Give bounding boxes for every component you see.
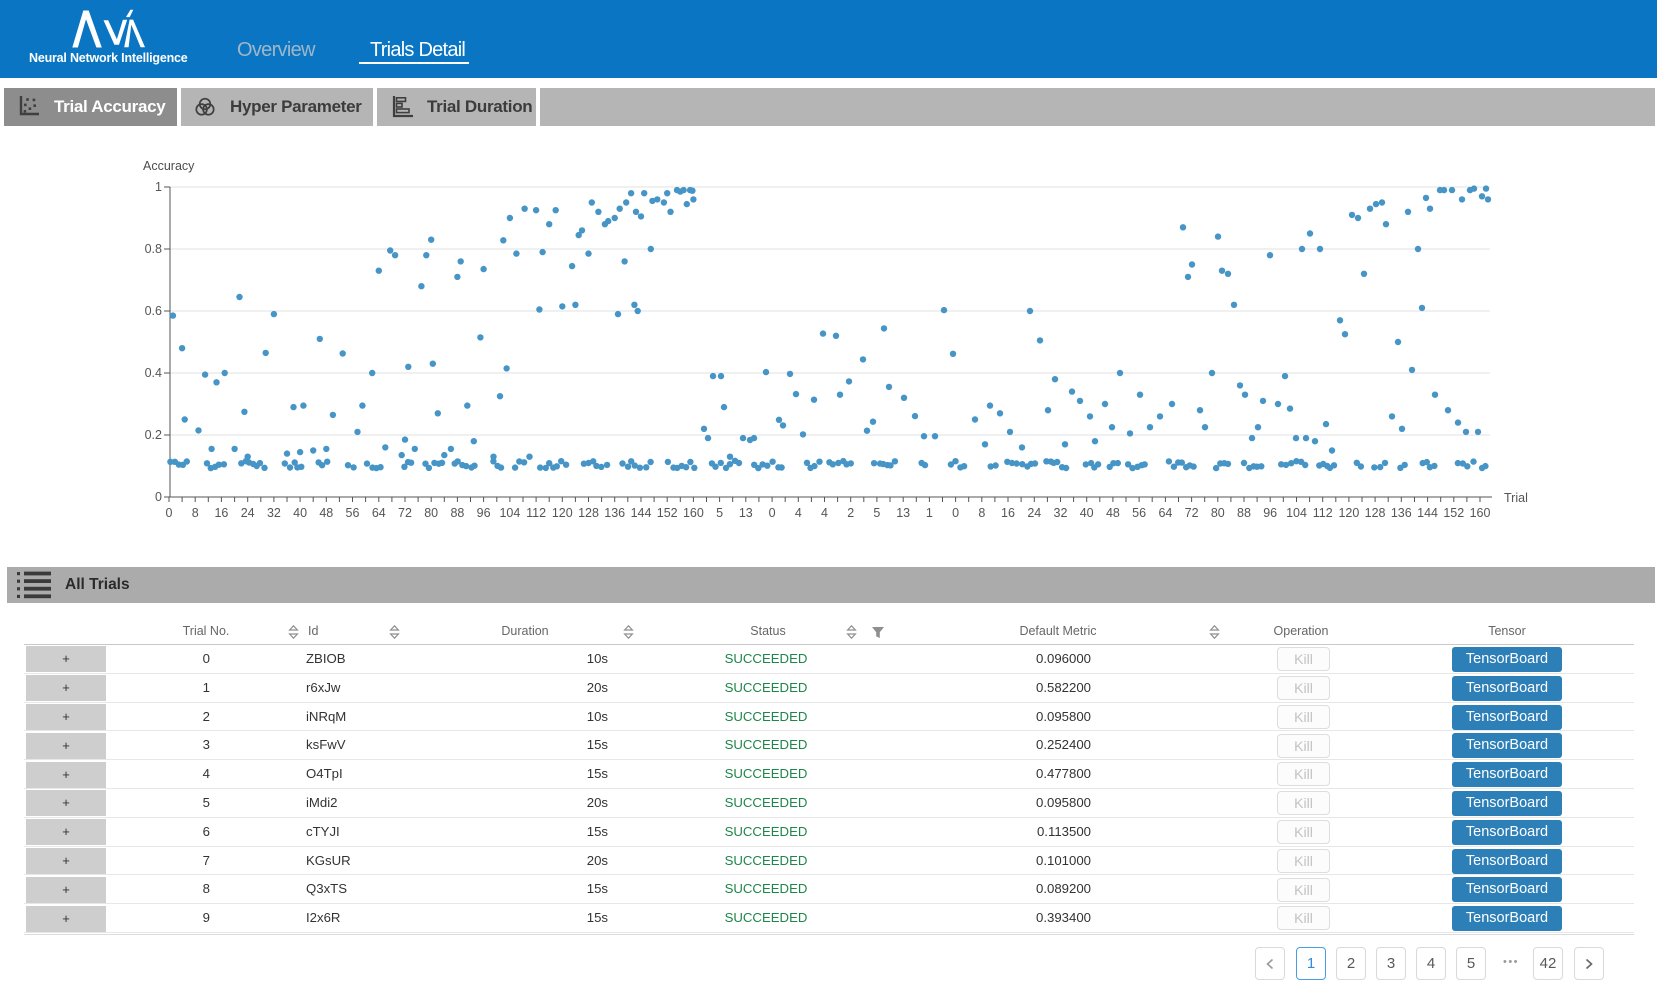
svg-text:152: 152: [1443, 506, 1464, 520]
svg-text:16: 16: [214, 506, 228, 520]
svg-text:48: 48: [319, 506, 333, 520]
svg-text:40: 40: [293, 506, 307, 520]
svg-text:72: 72: [1185, 506, 1199, 520]
svg-text:16: 16: [1001, 506, 1015, 520]
svg-text:0: 0: [155, 490, 162, 504]
svg-text:2: 2: [847, 506, 854, 520]
svg-text:120: 120: [552, 506, 573, 520]
svg-text:4: 4: [821, 506, 828, 520]
svg-text:64: 64: [372, 506, 386, 520]
svg-text:8: 8: [978, 506, 985, 520]
svg-text:0: 0: [769, 506, 776, 520]
svg-text:112: 112: [526, 506, 546, 520]
svg-text:5: 5: [716, 506, 723, 520]
svg-text:104: 104: [1286, 506, 1307, 520]
svg-text:144: 144: [631, 506, 652, 520]
svg-text:136: 136: [1391, 506, 1412, 520]
svg-text:0.4: 0.4: [145, 366, 162, 380]
svg-text:88: 88: [1237, 506, 1251, 520]
svg-text:24: 24: [1027, 506, 1041, 520]
svg-text:56: 56: [346, 506, 360, 520]
svg-text:88: 88: [450, 506, 464, 520]
svg-text:160: 160: [683, 506, 704, 520]
svg-text:112: 112: [1313, 506, 1333, 520]
svg-text:5: 5: [873, 506, 880, 520]
svg-text:32: 32: [1054, 506, 1068, 520]
svg-text:64: 64: [1158, 506, 1172, 520]
svg-text:Accuracy: Accuracy: [143, 159, 195, 173]
svg-text:48: 48: [1106, 506, 1120, 520]
svg-text:1: 1: [926, 506, 933, 520]
svg-text:160: 160: [1470, 506, 1491, 520]
svg-text:96: 96: [477, 506, 491, 520]
svg-text:80: 80: [424, 506, 438, 520]
svg-text:4: 4: [795, 506, 802, 520]
svg-text:Trial: Trial: [1504, 491, 1528, 505]
svg-text:0.8: 0.8: [145, 242, 162, 256]
svg-text:104: 104: [499, 506, 520, 520]
svg-text:13: 13: [896, 506, 910, 520]
svg-text:0.6: 0.6: [145, 304, 162, 318]
svg-text:144: 144: [1417, 506, 1438, 520]
svg-text:24: 24: [241, 506, 255, 520]
svg-text:80: 80: [1211, 506, 1225, 520]
svg-text:128: 128: [578, 506, 599, 520]
svg-text:0: 0: [952, 506, 959, 520]
svg-text:56: 56: [1132, 506, 1146, 520]
svg-text:8: 8: [192, 506, 199, 520]
svg-text:152: 152: [657, 506, 678, 520]
svg-text:72: 72: [398, 506, 412, 520]
svg-text:0: 0: [166, 506, 173, 520]
svg-text:136: 136: [604, 506, 625, 520]
svg-text:1: 1: [155, 180, 162, 194]
svg-text:40: 40: [1080, 506, 1094, 520]
svg-text:128: 128: [1365, 506, 1386, 520]
svg-text:32: 32: [267, 506, 281, 520]
svg-text:0.2: 0.2: [145, 428, 162, 442]
svg-text:96: 96: [1263, 506, 1277, 520]
svg-text:120: 120: [1338, 506, 1359, 520]
svg-text:13: 13: [739, 506, 753, 520]
